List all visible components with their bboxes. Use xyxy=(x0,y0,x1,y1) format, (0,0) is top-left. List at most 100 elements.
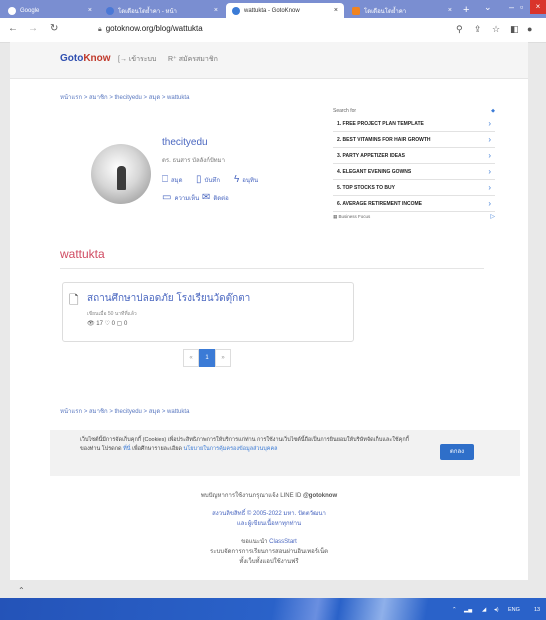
chevron-right-icon: › xyxy=(488,167,491,176)
profile-icon[interactable]: ● xyxy=(527,24,532,34)
tab-facebook[interactable]: โดเดือนโดย้ำคา - หน้า × xyxy=(100,3,224,18)
address-bar: ← → ↻ 🔒︎ gotoknow.org/blog/wattukta ⚲ ⇪ ☆… xyxy=(0,18,546,43)
back-icon[interactable]: ← xyxy=(8,23,18,34)
footer-partner-prefix: ขอแนะนำ xyxy=(241,539,268,545)
document-icon: 🗋︎ xyxy=(69,293,79,307)
next-page-button[interactable]: » xyxy=(215,349,231,367)
language-indicator[interactable]: ENG xyxy=(508,607,520,613)
close-icon[interactable]: × xyxy=(448,7,452,14)
tab-label: โดเดือนโดย้ำคา xyxy=(364,8,407,15)
comment-icon: ▭ xyxy=(162,192,172,203)
logo-go: Goto xyxy=(60,53,84,64)
tray-up-icon[interactable]: ⌃ xyxy=(452,607,457,613)
share-icon[interactable]: ⇪ xyxy=(474,24,482,35)
close-icon[interactable]: × xyxy=(334,7,338,14)
new-tab-button[interactable]: + xyxy=(463,3,469,17)
ad-item[interactable]: 2. BEST VITAMINS FOR HAIR GROWTH › xyxy=(333,132,495,148)
records-link[interactable]: ▯ บันทึก xyxy=(196,174,220,185)
close-icon[interactable]: × xyxy=(214,7,218,14)
signup-link[interactable]: R⁺ สมัครสมาชิก xyxy=(168,54,218,65)
ad-item[interactable]: 5. TOP STOCKS TO BUY › xyxy=(333,180,495,196)
ad-item[interactable]: 1. FREE PROJECT PLAN TEMPLATE › xyxy=(333,116,495,132)
cookie-banner: เว็บไซต์นี้มีการจัดเก็บคุกกี้ (Cookies) … xyxy=(50,430,520,476)
comments-label: ความเห็น xyxy=(174,195,200,202)
contact-label: ติดต่อ xyxy=(213,195,229,202)
url-field[interactable]: 🔒︎ gotoknow.org/blog/wattukta xyxy=(98,24,203,34)
memo-link[interactable]: ϟ อนุทิน xyxy=(234,174,258,185)
memo-label: อนุทิน xyxy=(242,177,259,184)
privacy-policy-link[interactable]: นโยบายในการคุ้มครองข้อมูลส่วนบุคคล xyxy=(184,446,278,452)
login-icon: [→ xyxy=(118,56,127,63)
ad-item-label: 4. ELEGANT EVENING GOWNS xyxy=(337,168,412,175)
ad-item-label: 1. FREE PROJECT PLAN TEMPLATE xyxy=(337,120,424,127)
network-icon[interactable]: ▂▄ xyxy=(464,607,472,613)
clock[interactable]: 13 xyxy=(534,607,540,613)
ad-item-label: 5. TOP STOCKS TO BUY xyxy=(337,184,395,191)
current-page-button[interactable]: 1 xyxy=(199,349,215,367)
ad-footer: ▦ Business Focus ▷ xyxy=(333,214,495,220)
breadcrumb[interactable]: หน้าแรก > สมาชิก > thecityedu > สมุด > w… xyxy=(60,92,189,102)
ad-item[interactable]: 3. PARTY APPETIZER IDEAS › xyxy=(333,148,495,164)
classstart-link[interactable]: ClassStart xyxy=(269,539,297,545)
google-icon xyxy=(8,6,16,15)
tab-label: Google xyxy=(20,7,40,14)
footer-copyright[interactable]: สงวนลิขสิทธิ์ © 2005-2022 มหา. ปัตตวัฒนา xyxy=(10,508,528,518)
gotoknow-icon xyxy=(232,6,240,15)
site-logo[interactable]: GotoKnow xyxy=(60,53,111,64)
login-link[interactable]: [→ เข้าระบบ xyxy=(118,54,156,65)
books-link[interactable]: ⎕ สมุด xyxy=(162,174,183,185)
maximize-icon[interactable]: ▫ xyxy=(520,2,523,12)
facebook-icon xyxy=(106,6,114,15)
chevron-right-icon: › xyxy=(488,183,491,192)
zoom-icon[interactable]: ⚲ xyxy=(456,24,463,35)
adchoices-icon[interactable]: ◆ xyxy=(491,108,495,114)
profile-name[interactable]: thecityedu xyxy=(162,137,208,148)
volume-icon[interactable]: ◂) xyxy=(494,607,499,613)
ad-header: Search for ◆ xyxy=(333,108,495,116)
cookie-accept-button[interactable]: ตกลง xyxy=(440,444,474,460)
cookie-text: เว็บไซต์นี้มีการจัดเก็บคุกกี้ (Cookies) … xyxy=(80,436,410,454)
scroll-up-icon[interactable]: ⌃ xyxy=(18,586,25,595)
forward-icon[interactable]: → xyxy=(28,23,38,34)
ad-item[interactable]: 4. ELEGANT EVENING GOWNS › xyxy=(333,164,495,180)
post-title-link[interactable]: สถานศึกษาปลอดภัย โรงเรียนวัดตุ๊กตา xyxy=(87,291,250,306)
site-header: GotoKnow [→ เข้าระบบ R⁺ สมัครสมาชิก xyxy=(10,42,528,79)
chevron-down-icon[interactable]: ⌄ xyxy=(484,2,492,13)
bolt-icon: ϟ xyxy=(234,174,240,185)
sidepanel-icon[interactable]: ◧ xyxy=(510,24,519,35)
footer-terms[interactable]: และผู้เขียนเนื้อหาทุกท่าน xyxy=(10,518,528,528)
reload-icon[interactable]: ↻ xyxy=(50,23,58,34)
breadcrumb-bottom[interactable]: หน้าแรก > สมาชิก > thecityedu > สมุด > w… xyxy=(60,406,189,416)
post-time: เขียนเมื่อ 50 นาทีที่แล้ว xyxy=(87,311,137,317)
contact-link[interactable]: ✉ ติดต่อ xyxy=(202,192,229,203)
post-card[interactable]: 🗋︎ สถานศึกษาปลอดภัย โรงเรียนวัดตุ๊กตา เข… xyxy=(62,282,354,342)
close-icon[interactable]: × xyxy=(88,7,92,14)
footer-line-id-value: @gotoknow xyxy=(302,493,338,499)
page-icon xyxy=(352,6,360,15)
play-icon[interactable]: ▷ xyxy=(490,213,495,220)
prev-page-button[interactable]: « xyxy=(183,349,199,367)
ad-item[interactable]: 6. AVERAGE RETIREMENT INCOME › xyxy=(333,196,495,212)
cookie-here-link[interactable]: ที่นี่ xyxy=(123,446,130,452)
url-text: gotoknow.org/blog/wattukta xyxy=(105,24,203,33)
cookie-body-2: เพื่อศึกษารายละเอียด xyxy=(132,446,182,452)
minimize-icon[interactable]: – xyxy=(509,2,514,12)
footer-partner-desc-2: ทั้งเว็บทั้งแอปใช้งานฟรี xyxy=(239,559,299,565)
tab-google[interactable]: Google × xyxy=(2,3,98,18)
comments-link[interactable]: ▭ ความเห็น xyxy=(162,192,199,203)
divider xyxy=(60,268,484,269)
book-icon: ⎕ xyxy=(162,174,168,185)
ad-header-text: Search for xyxy=(333,108,357,114)
avatar[interactable] xyxy=(91,144,151,204)
wifi-icon[interactable]: ◢ xyxy=(482,607,486,613)
window-close-icon[interactable]: × xyxy=(530,0,546,14)
tab-other[interactable]: โดเดือนโดย้ำคา × xyxy=(346,3,458,18)
business-focus-icon: ▦ xyxy=(333,214,338,219)
profile-subtitle: ดร. ธนสาร บัลลังก์ปัทมา xyxy=(162,158,225,164)
mail-icon: ✉ xyxy=(202,192,211,203)
star-icon[interactable]: ☆ xyxy=(492,24,500,35)
tab-label: wattukta - GotoKnow xyxy=(244,7,300,14)
footer-partner: ขอแนะนำ ClassStart xyxy=(10,536,528,546)
tab-gotoknow[interactable]: wattukta - GotoKnow × xyxy=(226,3,344,18)
records-label: บันทึก xyxy=(204,177,221,184)
